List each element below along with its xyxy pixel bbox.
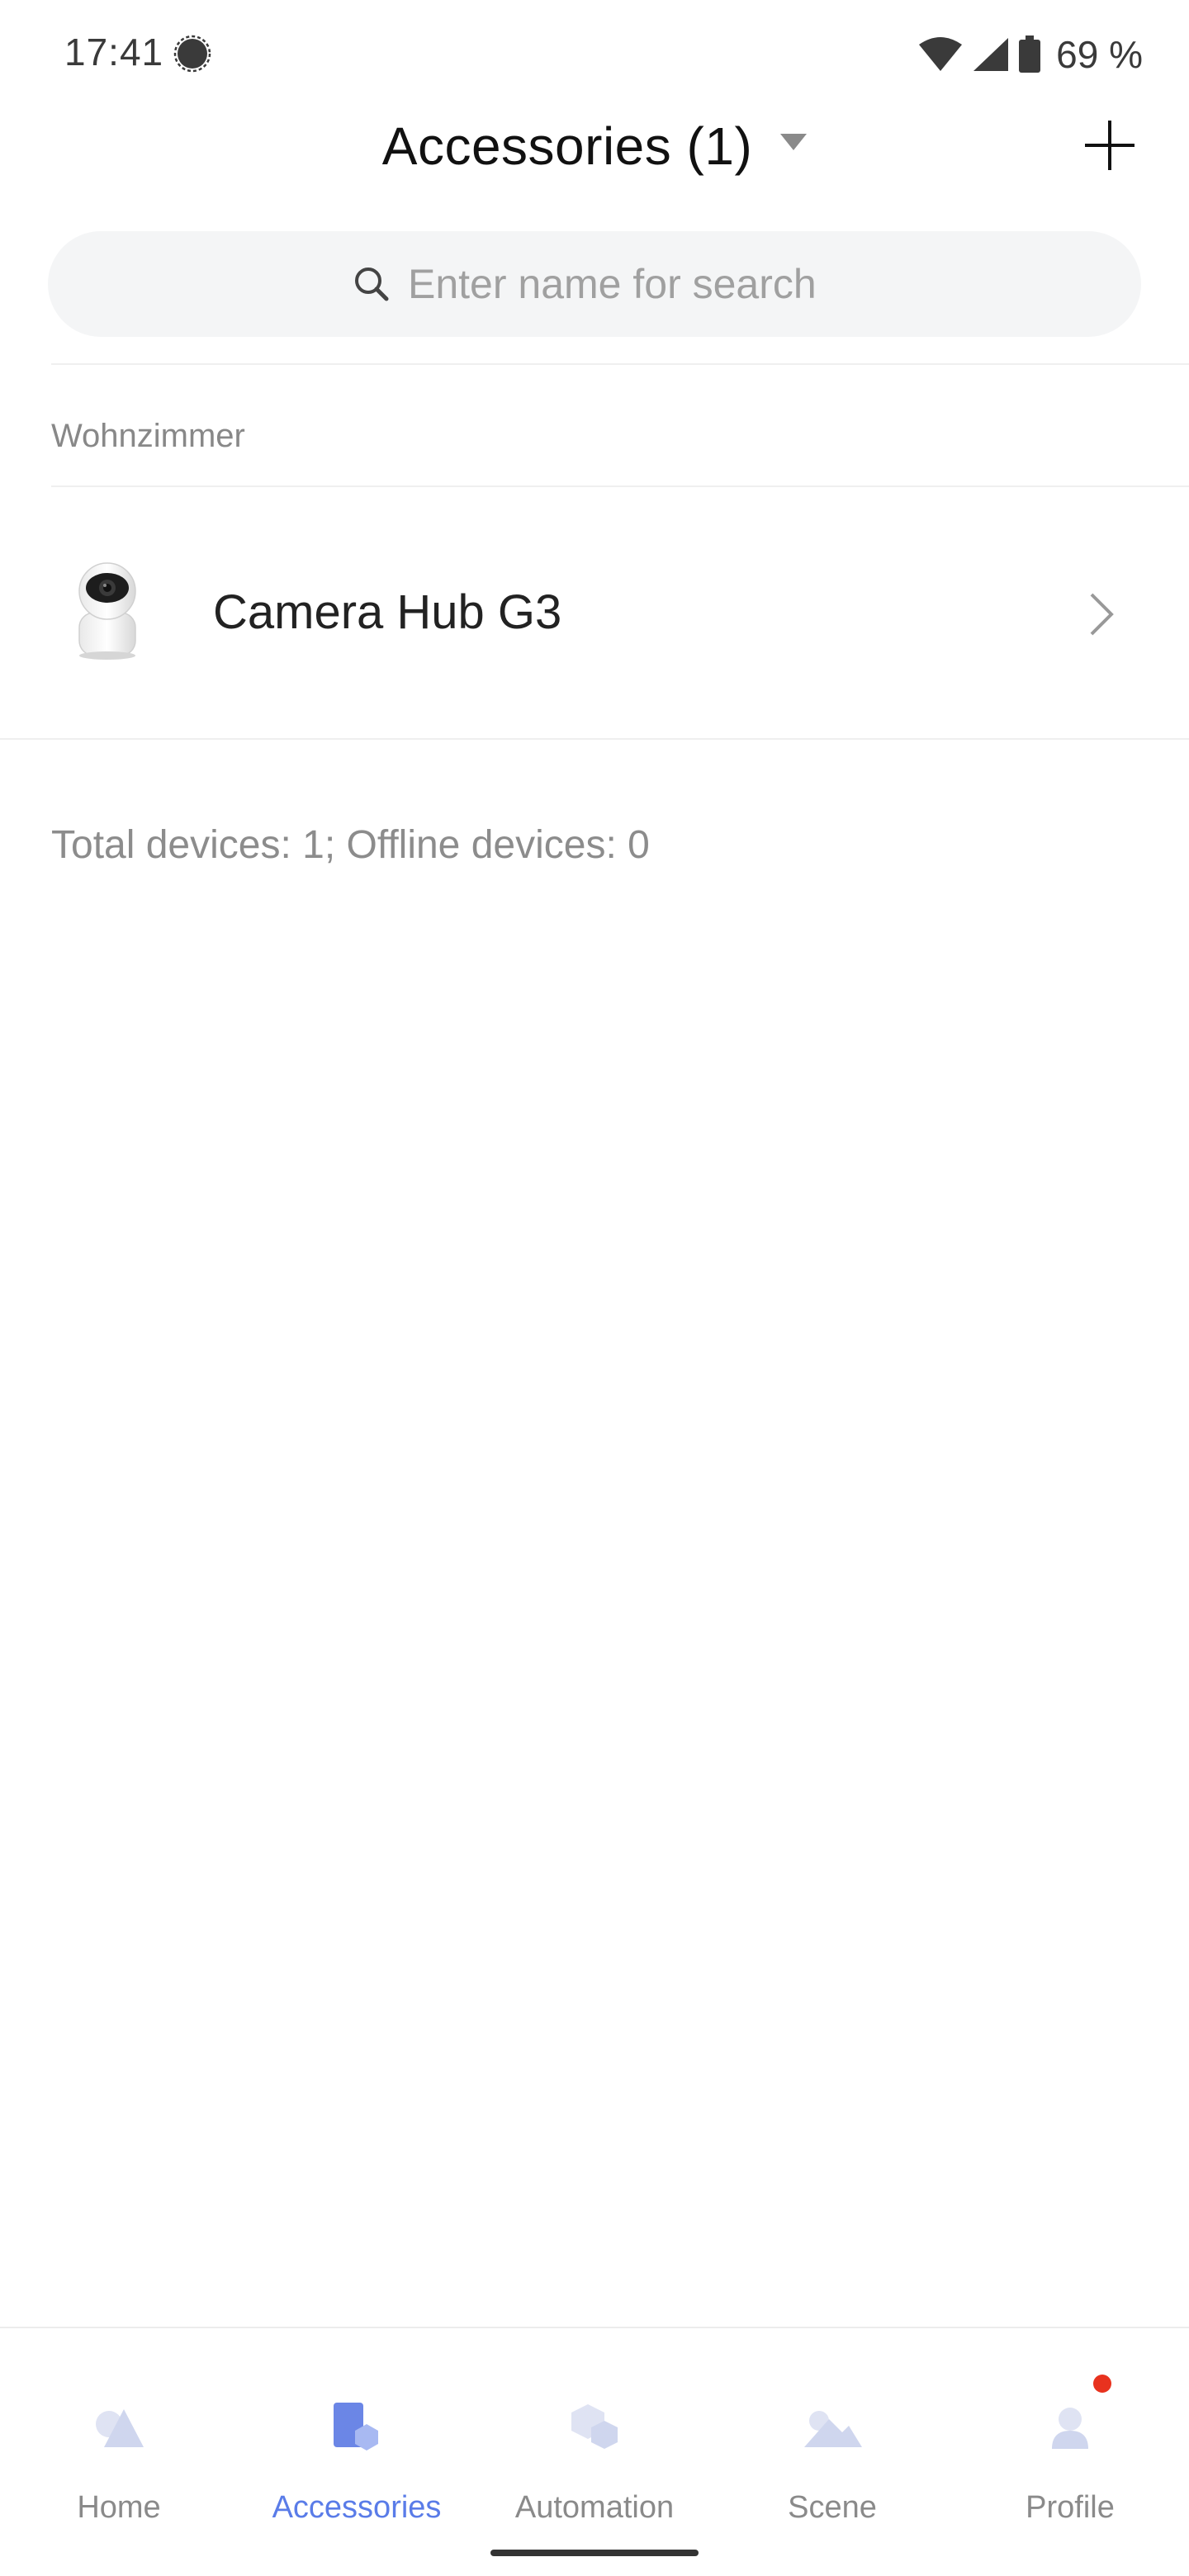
status-time: 17:41 — [64, 31, 164, 73]
chevron-right-icon — [1087, 591, 1116, 637]
automation-icon — [571, 2404, 618, 2449]
search-icon — [352, 264, 391, 304]
page-title: Accessories (1) — [381, 116, 753, 176]
room-header: Wohnzimmer — [51, 418, 245, 454]
cell-signal-icon — [972, 36, 1010, 73]
device-row[interactable]: Camera Hub G3 — [0, 489, 1189, 738]
notification-badge — [1093, 2375, 1111, 2393]
nav-label: Automation — [514, 2490, 675, 2525]
bottom-nav: Home Accessories Automation Scene Profil… — [0, 2327, 1189, 2576]
add-accessory-button[interactable] — [1077, 112, 1143, 178]
divider — [51, 363, 1189, 365]
signal-app-icon — [173, 35, 211, 73]
scene-icon — [804, 2411, 862, 2447]
device-name: Camera Hub G3 — [213, 585, 562, 639]
search-input[interactable] — [408, 260, 837, 308]
nav-label: Profile — [1026, 2490, 1115, 2525]
nav-accessories[interactable]: Accessories — [238, 2328, 476, 2535]
title-dropdown[interactable]: Accessories (1) — [0, 116, 1189, 177]
nav-home[interactable]: Home — [0, 2328, 238, 2535]
nav-automation[interactable]: Automation — [476, 2328, 713, 2535]
header: Accessories (1) — [0, 107, 1189, 206]
accessories-screen: 17:41 69 % Accessories (1) Enter name fo… — [0, 0, 1189, 2576]
battery-percentage: 69 % — [1056, 33, 1143, 76]
wifi-icon — [917, 36, 964, 73]
caret-down-icon — [780, 134, 808, 150]
device-summary: Total devices: 1; Offline devices: 0 — [51, 823, 650, 867]
battery-icon — [1018, 36, 1041, 73]
nav-label: Home — [77, 2490, 161, 2525]
home-indicator[interactable] — [490, 2550, 699, 2556]
camera-hub-icon — [68, 561, 147, 661]
nav-label: Accessories — [272, 2490, 442, 2525]
status-icons: 69 % — [917, 30, 1143, 79]
divider — [51, 485, 1189, 487]
divider — [0, 738, 1189, 740]
status-bar: 17:41 69 % — [0, 0, 1189, 107]
nav-scene[interactable]: Scene — [713, 2328, 951, 2535]
nav-label: Scene — [788, 2490, 877, 2525]
accessories-icon — [334, 2403, 378, 2451]
plus-icon — [1085, 121, 1135, 170]
home-icon — [96, 2409, 144, 2447]
profile-icon — [1052, 2408, 1088, 2449]
nav-profile[interactable]: Profile — [951, 2328, 1189, 2535]
search-bar[interactable] — [48, 231, 1141, 337]
